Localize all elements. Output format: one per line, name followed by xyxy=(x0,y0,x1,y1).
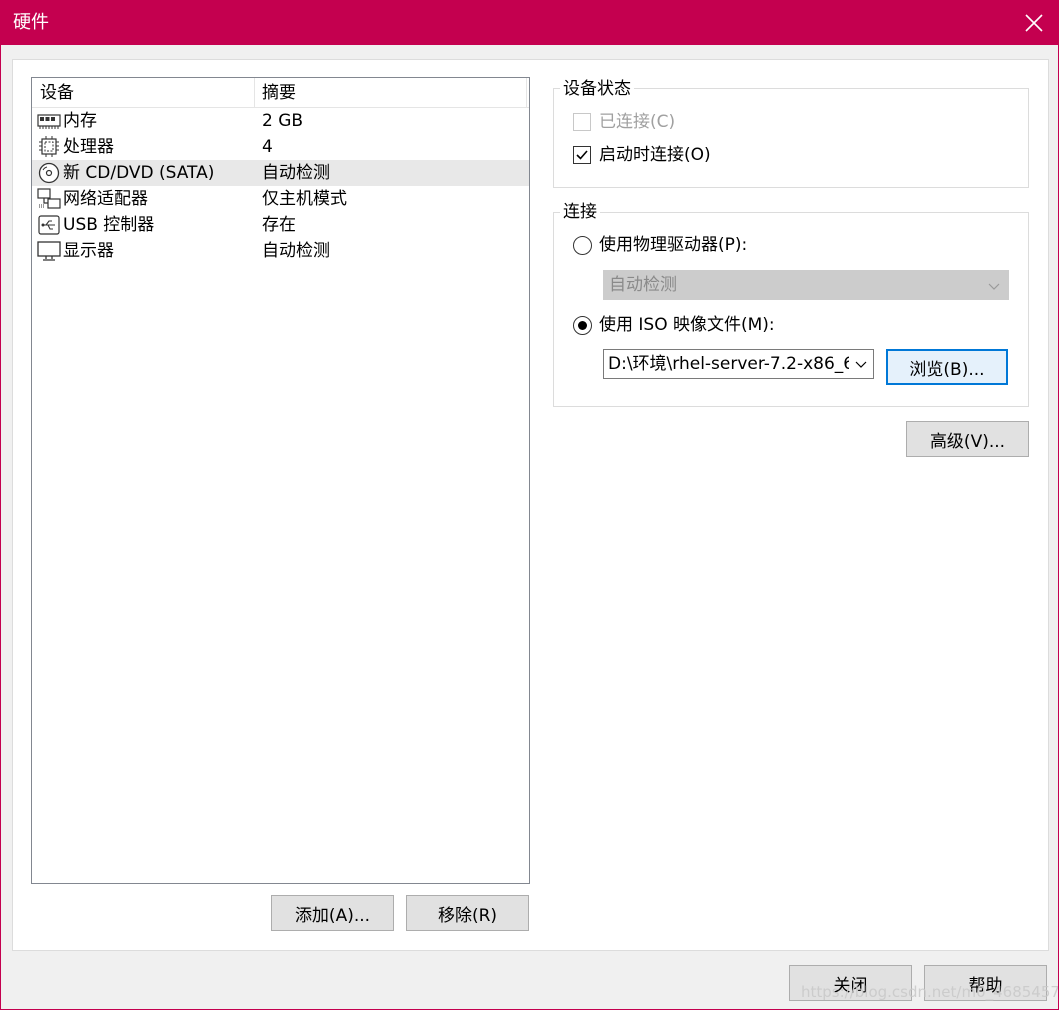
iso-image-radio[interactable] xyxy=(573,316,592,335)
device-list[interactable]: 设备 摘要 内存 2 GB 处理器 4 新 CD/DVD (SATA) 自动检测… xyxy=(31,77,530,884)
window-title: 硬件 xyxy=(13,12,49,33)
device-summary: 自动检测 xyxy=(262,163,330,183)
remove-button[interactable]: 移除(R) xyxy=(406,895,529,931)
device-row-network-adapter[interactable]: 网络适配器 仅主机模式 xyxy=(32,186,529,212)
device-status-label: 设备状态 xyxy=(560,78,634,100)
iso-image-label: 使用 ISO 映像文件(M): xyxy=(599,315,775,335)
browse-button[interactable]: 浏览(B)... xyxy=(886,349,1008,385)
connect-at-power-on-label: 启动时连接(O) xyxy=(599,145,711,165)
list-header: 设备 摘要 xyxy=(32,78,529,108)
processor-icon xyxy=(37,136,61,158)
chevron-down-icon xyxy=(988,277,1000,297)
device-name: 显示器 xyxy=(63,241,114,261)
device-summary: 4 xyxy=(262,137,273,157)
device-name: 内存 xyxy=(63,111,97,131)
device-summary: 存在 xyxy=(262,215,296,235)
device-summary: 自动检测 xyxy=(262,241,330,261)
hardware-dialog: 硬件 设备 摘要 内存 2 GB 处理器 4 新 CD/DVD (SATA) 自… xyxy=(0,0,1059,1010)
connected-label: 已连接(C) xyxy=(599,112,676,132)
device-summary: 仅主机模式 xyxy=(262,189,347,209)
chevron-down-icon[interactable] xyxy=(849,350,873,378)
monitor-icon xyxy=(37,240,61,262)
iso-path-combobox[interactable]: D:\环境\rhel-server-7.2-x86_6 xyxy=(603,349,874,379)
device-row-processor[interactable]: 处理器 4 xyxy=(32,134,529,160)
close-icon[interactable] xyxy=(1010,1,1058,45)
device-row-memory[interactable]: 内存 2 GB xyxy=(32,108,529,134)
device-name: USB 控制器 xyxy=(63,215,155,235)
device-row-cd-dvd[interactable]: 新 CD/DVD (SATA) 自动检测 xyxy=(32,160,529,186)
device-row-monitor[interactable]: 显示器 自动检测 xyxy=(32,238,529,264)
connect-at-power-on-checkbox[interactable] xyxy=(573,146,591,164)
add-button[interactable]: 添加(A)... xyxy=(271,895,394,931)
connected-checkbox[interactable] xyxy=(573,113,591,131)
physical-drive-select: 自动检测 xyxy=(603,270,1009,300)
usb-icon xyxy=(37,214,61,236)
cd-dvd-icon xyxy=(37,162,61,184)
device-name: 新 CD/DVD (SATA) xyxy=(63,163,215,183)
connection-label: 连接 xyxy=(560,201,600,223)
physical-drive-label: 使用物理驱动器(P): xyxy=(599,235,748,255)
column-header-summary[interactable]: 摘要 xyxy=(262,82,296,104)
iso-path-value: D:\环境\rhel-server-7.2-x86_6 xyxy=(608,354,855,374)
title-bar: 硬件 xyxy=(1,1,1058,45)
device-summary: 2 GB xyxy=(262,111,304,131)
watermark: https://blog.csdn.net/m0_46854572 xyxy=(801,983,1059,1001)
advanced-button[interactable]: 高级(V)... xyxy=(906,421,1029,457)
device-name: 网络适配器 xyxy=(63,189,148,209)
device-row-usb-controller[interactable]: USB 控制器 存在 xyxy=(32,212,529,238)
physical-drive-value: 自动检测 xyxy=(609,275,677,295)
network-adapter-icon xyxy=(37,188,61,210)
column-header-device[interactable]: 设备 xyxy=(40,82,74,104)
device-name: 处理器 xyxy=(63,137,114,157)
physical-drive-radio[interactable] xyxy=(573,236,592,255)
device-status-group xyxy=(553,88,1029,188)
memory-icon xyxy=(37,110,61,132)
